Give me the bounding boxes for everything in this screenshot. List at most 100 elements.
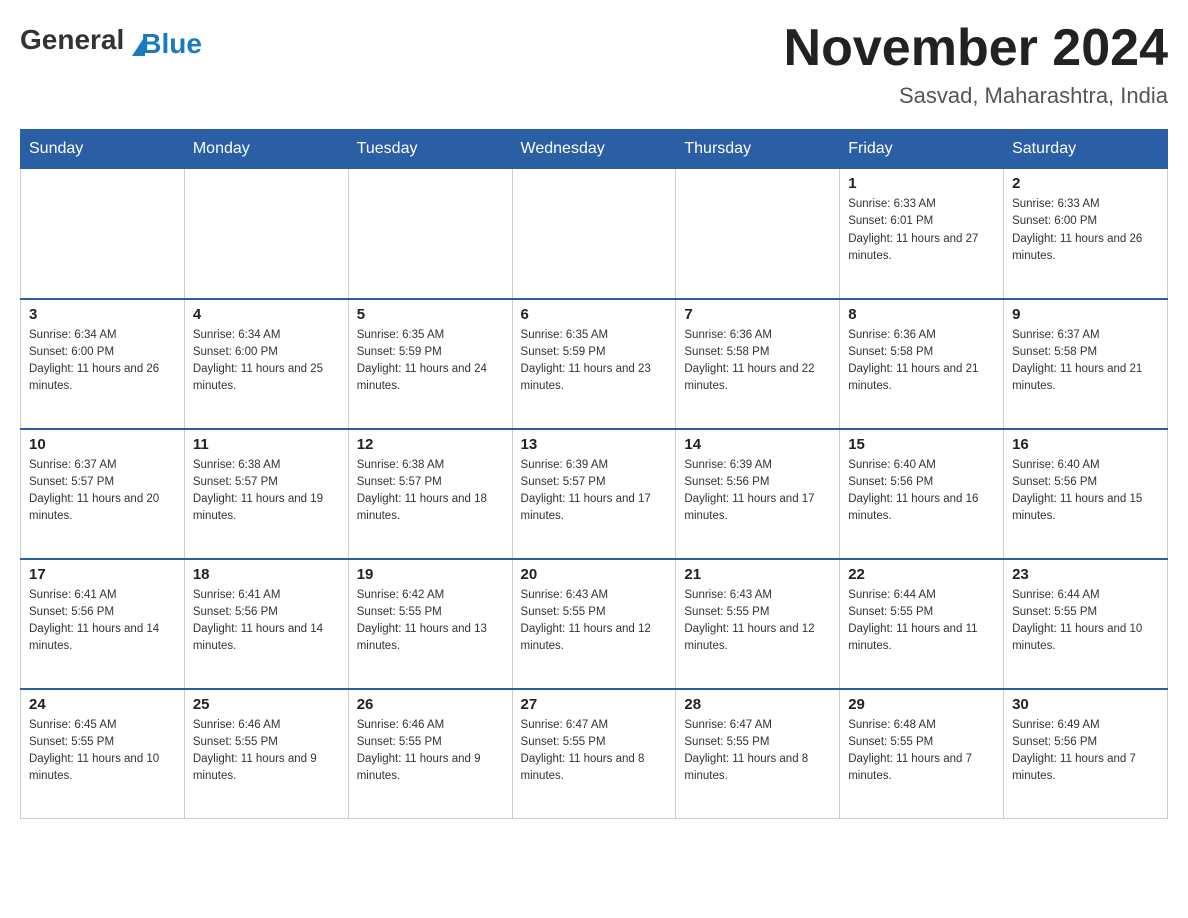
calendar-day-header: Tuesday xyxy=(348,130,512,169)
day-number: 18 xyxy=(193,566,340,583)
day-number: 9 xyxy=(1012,306,1159,323)
calendar-cell: 13 Sunrise: 6:39 AM Sunset: 5:57 PM Dayli… xyxy=(512,429,676,559)
calendar-cell: 21 Sunrise: 6:43 AM Sunset: 5:55 PM Dayli… xyxy=(676,559,840,689)
calendar-cell xyxy=(348,169,512,299)
day-number: 3 xyxy=(29,306,176,323)
day-number: 22 xyxy=(848,566,995,583)
calendar-week-row: 24 Sunrise: 6:45 AM Sunset: 5:55 PM Dayli… xyxy=(21,689,1168,819)
calendar-cell: 8 Sunrise: 6:36 AM Sunset: 5:58 PM Daylig… xyxy=(840,299,1004,429)
day-info: Sunrise: 6:47 AM Sunset: 5:55 PM Dayligh… xyxy=(521,717,668,786)
calendar-cell: 12 Sunrise: 6:38 AM Sunset: 5:57 PM Dayli… xyxy=(348,429,512,559)
calendar-cell xyxy=(512,169,676,299)
calendar-cell: 2Sunrise: 6:33 AM Sunset: 6:00 PM Daylig… xyxy=(1004,169,1168,299)
logo-blue: Blue xyxy=(141,28,202,60)
day-number: 1 xyxy=(848,175,995,192)
day-number: 8 xyxy=(848,306,995,323)
day-info: Sunrise: 6:46 AM Sunset: 5:55 PM Dayligh… xyxy=(357,717,504,786)
day-info: Sunrise: 6:37 AM Sunset: 5:57 PM Dayligh… xyxy=(29,457,176,526)
calendar-cell: 18 Sunrise: 6:41 AM Sunset: 5:56 PM Dayli… xyxy=(184,559,348,689)
calendar-day-header: Saturday xyxy=(1004,130,1168,169)
page-header: General Blue November 2024 Sasvad, Mahar… xyxy=(20,20,1168,109)
calendar-week-row: 3 Sunrise: 6:34 AM Sunset: 6:00 PM Daylig… xyxy=(21,299,1168,429)
day-info: Sunrise: 6:48 AM Sunset: 5:55 PM Dayligh… xyxy=(848,717,995,786)
day-number: 21 xyxy=(684,566,831,583)
day-info: Sunrise: 6:43 AM Sunset: 5:55 PM Dayligh… xyxy=(521,587,668,656)
day-number: 23 xyxy=(1012,566,1159,583)
day-info: Sunrise: 6:33 AM Sunset: 6:00 PM Dayligh… xyxy=(1012,196,1159,265)
calendar-cell: 3 Sunrise: 6:34 AM Sunset: 6:00 PM Daylig… xyxy=(21,299,185,429)
day-info: Sunrise: 6:44 AM Sunset: 5:55 PM Dayligh… xyxy=(848,587,995,656)
calendar-cell: 20 Sunrise: 6:43 AM Sunset: 5:55 PM Dayli… xyxy=(512,559,676,689)
calendar-day-header: Monday xyxy=(184,130,348,169)
calendar-cell: 30 Sunrise: 6:49 AM Sunset: 5:56 PM Dayli… xyxy=(1004,689,1168,819)
day-number: 12 xyxy=(357,436,504,453)
day-info: Sunrise: 6:37 AM Sunset: 5:58 PM Dayligh… xyxy=(1012,327,1159,396)
calendar-cell: 19 Sunrise: 6:42 AM Sunset: 5:55 PM Dayli… xyxy=(348,559,512,689)
calendar-cell: 15 Sunrise: 6:40 AM Sunset: 5:56 PM Dayli… xyxy=(840,429,1004,559)
day-number: 19 xyxy=(357,566,504,583)
logo-general: General xyxy=(20,24,124,56)
day-info: Sunrise: 6:42 AM Sunset: 5:55 PM Dayligh… xyxy=(357,587,504,656)
day-info: Sunrise: 6:40 AM Sunset: 5:56 PM Dayligh… xyxy=(848,457,995,526)
calendar-week-row: 17 Sunrise: 6:41 AM Sunset: 5:56 PM Dayli… xyxy=(21,559,1168,689)
day-number: 29 xyxy=(848,696,995,713)
day-info: Sunrise: 6:41 AM Sunset: 5:56 PM Dayligh… xyxy=(193,587,340,656)
day-number: 10 xyxy=(29,436,176,453)
day-info: Sunrise: 6:49 AM Sunset: 5:56 PM Dayligh… xyxy=(1012,717,1159,786)
day-info: Sunrise: 6:35 AM Sunset: 5:59 PM Dayligh… xyxy=(521,327,668,396)
day-info: Sunrise: 6:39 AM Sunset: 5:57 PM Dayligh… xyxy=(521,457,668,526)
logo: General Blue xyxy=(20,20,202,60)
day-info: Sunrise: 6:41 AM Sunset: 5:56 PM Dayligh… xyxy=(29,587,176,656)
day-info: Sunrise: 6:34 AM Sunset: 6:00 PM Dayligh… xyxy=(29,327,176,396)
calendar-cell: 23 Sunrise: 6:44 AM Sunset: 5:55 PM Dayli… xyxy=(1004,559,1168,689)
calendar-day-header: Wednesday xyxy=(512,130,676,169)
calendar-cell xyxy=(21,169,185,299)
day-number: 17 xyxy=(29,566,176,583)
day-number: 14 xyxy=(684,436,831,453)
day-number: 16 xyxy=(1012,436,1159,453)
day-number: 5 xyxy=(357,306,504,323)
day-info: Sunrise: 6:36 AM Sunset: 5:58 PM Dayligh… xyxy=(684,327,831,396)
day-info: Sunrise: 6:43 AM Sunset: 5:55 PM Dayligh… xyxy=(684,587,831,656)
calendar-day-header: Sunday xyxy=(21,130,185,169)
day-number: 7 xyxy=(684,306,831,323)
calendar-cell: 14 Sunrise: 6:39 AM Sunset: 5:56 PM Dayli… xyxy=(676,429,840,559)
calendar-cell: 5 Sunrise: 6:35 AM Sunset: 5:59 PM Daylig… xyxy=(348,299,512,429)
calendar-cell: 24 Sunrise: 6:45 AM Sunset: 5:55 PM Dayli… xyxy=(21,689,185,819)
calendar-table: SundayMondayTuesdayWednesdayThursdayFrid… xyxy=(20,129,1168,819)
day-number: 15 xyxy=(848,436,995,453)
calendar-cell: 9 Sunrise: 6:37 AM Sunset: 5:58 PM Daylig… xyxy=(1004,299,1168,429)
day-number: 26 xyxy=(357,696,504,713)
day-info: Sunrise: 6:38 AM Sunset: 5:57 PM Dayligh… xyxy=(357,457,504,526)
day-number: 28 xyxy=(684,696,831,713)
calendar-cell: 16Sunrise: 6:40 AM Sunset: 5:56 PM Dayli… xyxy=(1004,429,1168,559)
calendar-cell xyxy=(184,169,348,299)
calendar-cell: 1 Sunrise: 6:33 AM Sunset: 6:01 PM Daylig… xyxy=(840,169,1004,299)
calendar-cell: 29 Sunrise: 6:48 AM Sunset: 5:55 PM Dayli… xyxy=(840,689,1004,819)
month-title: November 2024 xyxy=(784,20,1168,77)
day-info: Sunrise: 6:38 AM Sunset: 5:57 PM Dayligh… xyxy=(193,457,340,526)
calendar-cell: 6 Sunrise: 6:35 AM Sunset: 5:59 PM Daylig… xyxy=(512,299,676,429)
day-info: Sunrise: 6:39 AM Sunset: 5:56 PM Dayligh… xyxy=(684,457,831,526)
day-info: Sunrise: 6:47 AM Sunset: 5:55 PM Dayligh… xyxy=(684,717,831,786)
day-number: 6 xyxy=(521,306,668,323)
calendar-day-header: Thursday xyxy=(676,130,840,169)
calendar-cell: 28 Sunrise: 6:47 AM Sunset: 5:55 PM Dayli… xyxy=(676,689,840,819)
day-info: Sunrise: 6:36 AM Sunset: 5:58 PM Dayligh… xyxy=(848,327,995,396)
calendar-cell: 27Sunrise: 6:47 AM Sunset: 5:55 PM Dayli… xyxy=(512,689,676,819)
day-info: Sunrise: 6:44 AM Sunset: 5:55 PM Dayligh… xyxy=(1012,587,1159,656)
day-info: Sunrise: 6:34 AM Sunset: 6:00 PM Dayligh… xyxy=(193,327,340,396)
calendar-week-row: 1 Sunrise: 6:33 AM Sunset: 6:01 PM Daylig… xyxy=(21,169,1168,299)
title-section: November 2024 Sasvad, Maharashtra, India xyxy=(784,20,1168,109)
day-number: 13 xyxy=(521,436,668,453)
day-info: Sunrise: 6:35 AM Sunset: 5:59 PM Dayligh… xyxy=(357,327,504,396)
day-info: Sunrise: 6:46 AM Sunset: 5:55 PM Dayligh… xyxy=(193,717,340,786)
location-title: Sasvad, Maharashtra, India xyxy=(784,83,1168,109)
day-number: 30 xyxy=(1012,696,1159,713)
day-number: 24 xyxy=(29,696,176,713)
day-number: 20 xyxy=(521,566,668,583)
calendar-cell xyxy=(676,169,840,299)
calendar-cell: 22 Sunrise: 6:44 AM Sunset: 5:55 PM Dayli… xyxy=(840,559,1004,689)
day-info: Sunrise: 6:45 AM Sunset: 5:55 PM Dayligh… xyxy=(29,717,176,786)
day-info: Sunrise: 6:33 AM Sunset: 6:01 PM Dayligh… xyxy=(848,196,995,265)
